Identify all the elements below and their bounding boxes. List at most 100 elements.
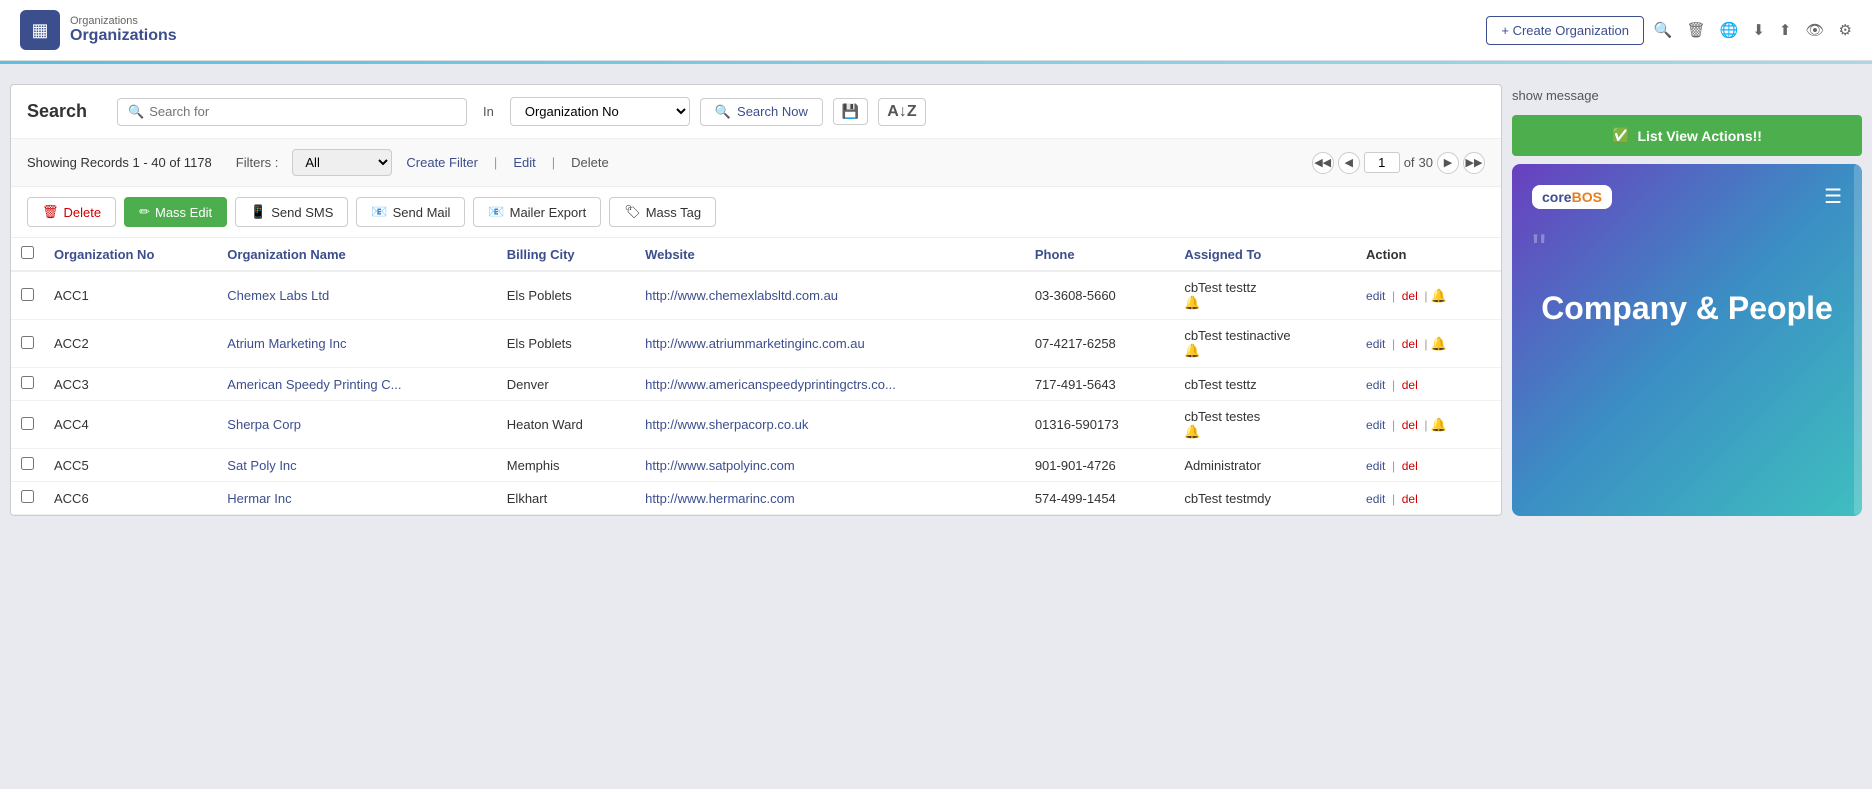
row-checkbox-4[interactable]: [21, 457, 34, 470]
row-checkbox-5[interactable]: [21, 490, 34, 503]
right-panel: show message ✅ List View Actions!! coreB…: [1502, 84, 1862, 516]
col-assigned-to[interactable]: Assigned To: [1174, 238, 1356, 271]
delete-button[interactable]: 🗑 Delete: [27, 197, 116, 227]
settings-icon[interactable]: ⚙: [1839, 21, 1852, 39]
upload-icon[interactable]: ⬆: [1779, 21, 1792, 39]
action-alert-icon-1: 🔔: [1431, 336, 1447, 351]
row-checkbox-3[interactable]: [21, 417, 34, 430]
brand-text: Organizations Organizations: [70, 15, 177, 45]
search-bar: Search 🔍 In Organization No Organization…: [11, 85, 1501, 139]
org-name-link-2[interactable]: American Speedy Printing C...: [227, 377, 401, 392]
col-website[interactable]: Website: [635, 238, 1025, 271]
search-input-wrap: 🔍: [117, 98, 467, 126]
mass-tag-label: Mass Tag: [646, 205, 701, 220]
menu-icon[interactable]: ☰: [1824, 184, 1842, 209]
org-name-link-5[interactable]: Hermar Inc: [227, 491, 291, 506]
list-view-actions-button[interactable]: ✅ List View Actions!!: [1512, 115, 1862, 156]
website-link-4[interactable]: http://www.satpolyinc.com: [645, 458, 795, 473]
create-filter-link[interactable]: Create Filter: [406, 155, 478, 170]
search-icon[interactable]: 🔍: [1654, 21, 1673, 39]
delete-icon[interactable]: 🗑: [1687, 21, 1706, 39]
pagination-last-button[interactable]: ▶▶: [1463, 152, 1485, 174]
left-panel: Search 🔍 In Organization No Organization…: [10, 84, 1502, 516]
cell-action-1: edit | del |🔔: [1356, 320, 1501, 368]
mailer-export-button[interactable]: 📧 Mailer Export: [473, 197, 601, 227]
edit-link-2[interactable]: edit: [1366, 378, 1385, 392]
org-name-link-0[interactable]: Chemex Labs Ltd: [227, 288, 329, 303]
search-field-dropdown[interactable]: Organization No Organization Name Billin…: [510, 97, 690, 126]
website-link-5[interactable]: http://www.hermarinc.com: [645, 491, 795, 506]
website-link-3[interactable]: http://www.sherpacorp.co.uk: [645, 417, 808, 432]
org-name-link-4[interactable]: Sat Poly Inc: [227, 458, 296, 473]
edit-link-5[interactable]: edit: [1366, 492, 1385, 506]
cell-website-0: http://www.chemexlabsltd.com.au: [635, 271, 1025, 320]
col-billing-city[interactable]: Billing City: [497, 238, 635, 271]
mass-tag-button[interactable]: 🏷 Mass Tag: [609, 197, 716, 227]
page-number-input[interactable]: [1364, 152, 1400, 173]
delete-label: Delete: [64, 205, 102, 220]
select-all-checkbox[interactable]: [21, 246, 34, 259]
org-name-link-1[interactable]: Atrium Marketing Inc: [227, 336, 346, 351]
save-search-button[interactable]: 💾: [833, 98, 868, 125]
edit-link-4[interactable]: edit: [1366, 459, 1385, 473]
send-mail-button[interactable]: 📧 Send Mail: [356, 197, 465, 227]
pagination-first-button[interactable]: ◀◀: [1312, 152, 1334, 174]
action-sep-1: |: [1392, 337, 1395, 351]
show-message-text: show message: [1512, 84, 1862, 107]
globe-icon[interactable]: 🌐: [1720, 21, 1739, 39]
quote-icon: ": [1532, 229, 1546, 269]
check-icon: ✅: [1612, 127, 1629, 144]
sort-button[interactable]: A↓Z: [878, 98, 925, 126]
cell-city-5: Elkhart: [497, 482, 635, 515]
del-link-0[interactable]: del: [1402, 289, 1418, 303]
search-magnifier-icon: 🔍: [128, 104, 144, 120]
pagination-prev-button[interactable]: ◀: [1338, 152, 1360, 174]
del-link-1[interactable]: del: [1402, 337, 1418, 351]
action-sep-4: |: [1392, 459, 1395, 473]
send-sms-button[interactable]: 📱 Send SMS: [235, 197, 348, 227]
col-org-name[interactable]: Organization Name: [217, 238, 496, 271]
download-icon[interactable]: ⬇: [1752, 21, 1765, 39]
edit-filter-link[interactable]: Edit: [513, 155, 535, 170]
in-label: In: [477, 104, 500, 119]
create-organization-button[interactable]: + Create Organization: [1486, 16, 1644, 45]
row-checkbox-2[interactable]: [21, 376, 34, 389]
mailer-export-icon: 📧: [488, 204, 504, 220]
col-phone[interactable]: Phone: [1025, 238, 1175, 271]
pagination-next-button[interactable]: ▶: [1437, 152, 1459, 174]
website-link-0[interactable]: http://www.chemexlabsltd.com.au: [645, 288, 838, 303]
cell-org-id-1: ACC2: [44, 320, 217, 368]
search-input[interactable]: [149, 104, 456, 119]
org-name-link-3[interactable]: Sherpa Corp: [227, 417, 301, 432]
cell-city-3: Heaton Ward: [497, 401, 635, 449]
cell-assigned-3: cbTest testes🔔: [1174, 401, 1356, 449]
website-link-1[interactable]: http://www.atriummarketinginc.com.au: [645, 336, 865, 351]
row-checkbox-1[interactable]: [21, 336, 34, 349]
mass-edit-button[interactable]: ✏ Mass Edit: [124, 197, 227, 227]
del-link-2[interactable]: del: [1402, 378, 1418, 392]
col-action: Action: [1356, 238, 1501, 271]
action-alert-icon-0: 🔔: [1431, 288, 1447, 303]
send-mail-icon: 📧: [371, 204, 387, 220]
del-link-4[interactable]: del: [1402, 459, 1418, 473]
scrollbar[interactable]: [1854, 164, 1862, 516]
cell-phone-5: 574-499-1454: [1025, 482, 1175, 515]
corebos-logo-text: coreBOS: [1532, 185, 1612, 209]
del-link-3[interactable]: del: [1402, 418, 1418, 432]
row-checkbox-0[interactable]: [21, 288, 34, 301]
edit-link-1[interactable]: edit: [1366, 337, 1385, 351]
view-icon[interactable]: 👁: [1806, 21, 1825, 39]
col-org-no[interactable]: Organization No: [44, 238, 217, 271]
delete-filter-link[interactable]: Delete: [571, 155, 609, 170]
main-content: Search 🔍 In Organization No Organization…: [0, 74, 1872, 526]
action-sep-5: |: [1392, 492, 1395, 506]
cell-city-4: Memphis: [497, 449, 635, 482]
edit-link-3[interactable]: edit: [1366, 418, 1385, 432]
del-link-5[interactable]: del: [1402, 492, 1418, 506]
filters-dropdown[interactable]: All: [292, 149, 392, 176]
search-now-button[interactable]: 🔍 Search Now: [700, 98, 823, 126]
table-body: ACC1 Chemex Labs Ltd Els Poblets http://…: [11, 271, 1501, 515]
website-link-2[interactable]: http://www.americanspeedyprintingctrs.co…: [645, 377, 896, 392]
cell-org-id-3: ACC4: [44, 401, 217, 449]
edit-link-0[interactable]: edit: [1366, 289, 1385, 303]
